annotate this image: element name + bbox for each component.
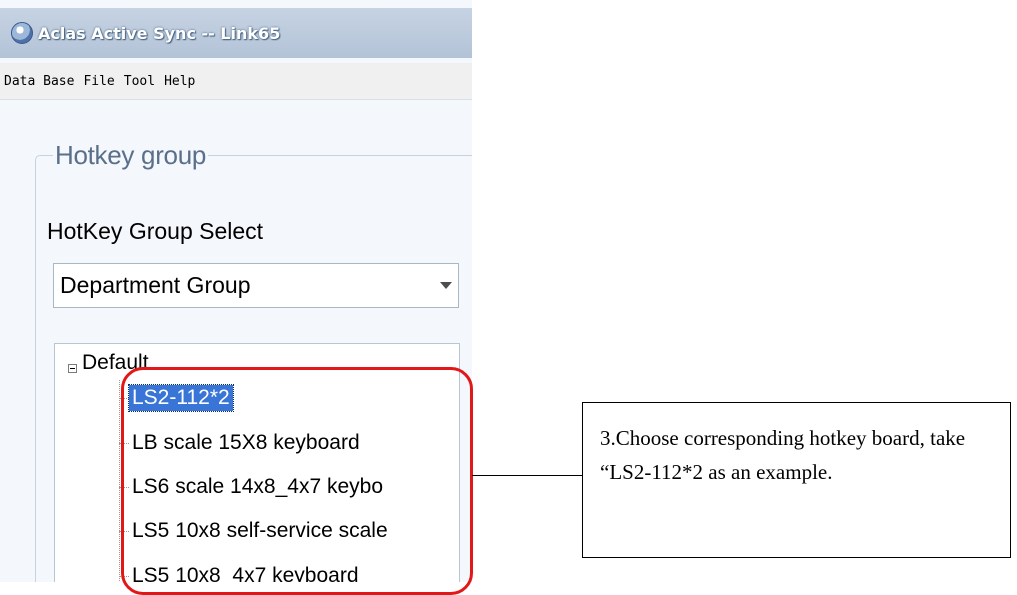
window-title: Aclas Active Sync -- Link65	[38, 23, 281, 43]
menu-bar: Data Base File Tool Help	[0, 63, 472, 100]
callout-connector-line	[472, 475, 582, 476]
menu-file[interactable]: File	[80, 74, 120, 89]
menu-data-base[interactable]: Data Base	[0, 74, 80, 89]
menu-tool[interactable]: Tool	[121, 74, 161, 89]
instruction-callout: 3.Choose corresponding hotkey board, tak…	[582, 402, 1011, 558]
hotkey-group-legend: Hotkey group	[53, 140, 209, 171]
title-bar: Aclas Active Sync -- Link65	[0, 8, 472, 58]
menu-help[interactable]: Help	[161, 74, 201, 89]
callout-text: 3.Choose corresponding hotkey board, tak…	[600, 426, 966, 484]
chevron-down-icon[interactable]	[440, 282, 452, 289]
hotkey-group-select-label: HotKey Group Select	[47, 218, 264, 244]
app-logo-icon	[11, 22, 33, 44]
hotkey-group-select-value: Department Group	[60, 272, 251, 298]
highlight-ring	[121, 367, 473, 595]
collapse-icon[interactable]	[68, 364, 77, 373]
hotkey-group-select[interactable]: Department Group	[53, 263, 459, 308]
